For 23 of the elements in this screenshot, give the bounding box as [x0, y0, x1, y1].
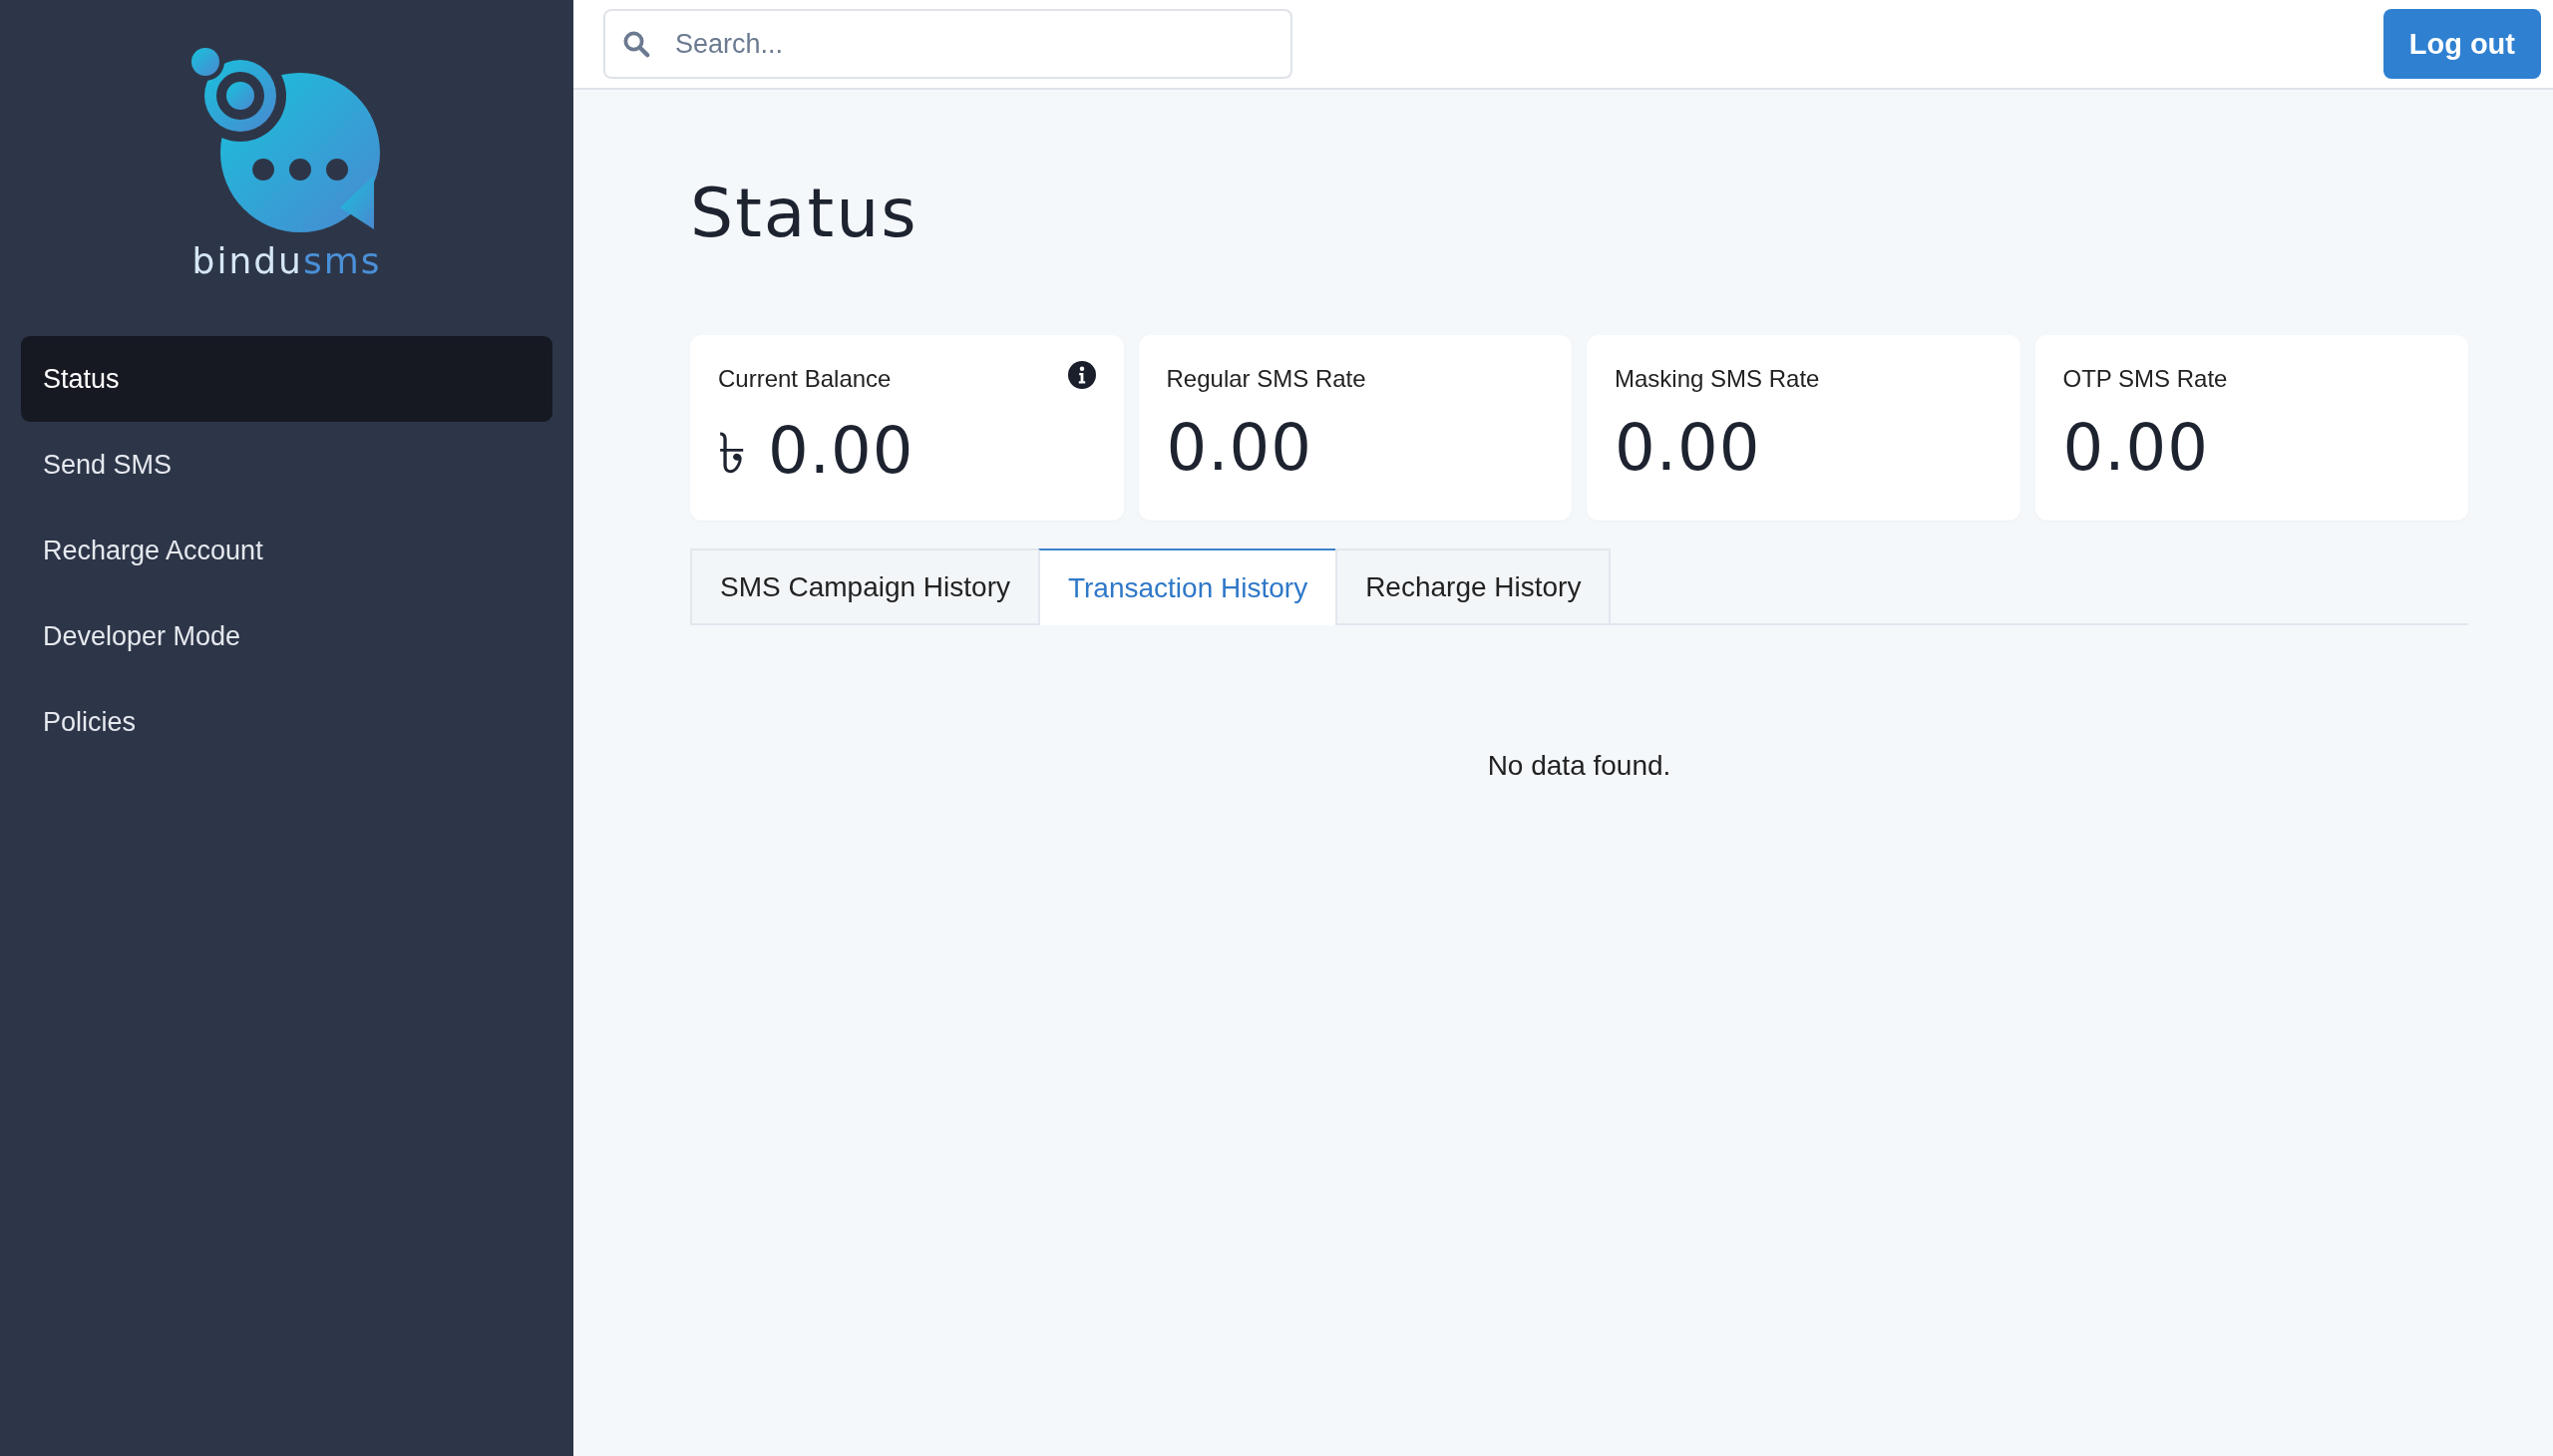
currency-sign: ৳: [718, 420, 746, 488]
empty-message: No data found.: [1486, 750, 1672, 782]
info-icon[interactable]: [1067, 361, 1096, 389]
stat-value: 0.00: [768, 414, 914, 488]
card-label: OTP SMS Rate: [2062, 365, 2228, 393]
card-label: Regular SMS Rate: [1166, 365, 1366, 393]
stat-value: 0.00: [1166, 411, 1312, 485]
stat-value: 0.00: [2062, 411, 2209, 485]
tab[interactable]: Transaction History: [1038, 548, 1338, 625]
stat-value: 0.00: [1615, 411, 1761, 485]
tab[interactable]: SMS Campaign History: [690, 548, 1040, 623]
page-title: Status: [690, 180, 919, 247]
logout-button[interactable]: Log out: [2382, 9, 2541, 79]
nav-item[interactable]: Developer Mode: [21, 593, 552, 679]
search-field[interactable]: Search...: [603, 9, 1292, 79]
nav-item[interactable]: Send SMS: [21, 422, 552, 508]
tab[interactable]: Recharge History: [1335, 548, 1612, 623]
brand-name: bindusms: [191, 243, 382, 279]
card-label: Current Balance: [718, 365, 892, 393]
nav-item[interactable]: Recharge Account: [21, 508, 552, 593]
nav-item[interactable]: Policies: [21, 679, 552, 765]
nav-item[interactable]: Status: [21, 336, 552, 422]
card-label: Masking SMS Rate: [1615, 365, 1820, 393]
